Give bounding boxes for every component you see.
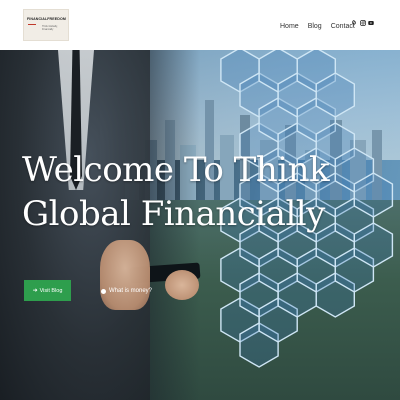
logo-subtitle: Think Globally, Financially [42, 25, 58, 31]
arrow-right-icon: ➜ [32, 288, 38, 294]
main-nav: Home Blog Contact [280, 20, 355, 32]
what-is-money-link[interactable]: What is money? [101, 286, 152, 296]
instagram-icon[interactable] [360, 20, 366, 27]
hero-section: Welcome To Think Global Financially ➜ Vi… [0, 50, 400, 400]
visit-blog-button[interactable]: ➜ Visit Blog [24, 280, 71, 301]
social-links [352, 20, 374, 27]
hero-title: Welcome To Think Global Financially [22, 148, 330, 236]
visit-blog-label: Visit Blog [39, 287, 63, 294]
nav-blog[interactable]: Blog [308, 23, 322, 30]
site-logo[interactable]: FINANCIALFREEDOM Think Globally, Financi… [23, 9, 69, 41]
what-is-money-label: What is money? [109, 288, 153, 294]
circle-bullet-icon [101, 288, 106, 294]
hero-title-line2: Global Financially [22, 194, 325, 234]
hero-title-line1: Welcome To Think [22, 150, 330, 190]
site-header: FINANCIALFREEDOM Think Globally, Financi… [0, 0, 400, 50]
pinterest-icon[interactable] [352, 20, 357, 27]
nav-home[interactable]: Home [280, 23, 299, 30]
youtube-icon[interactable] [368, 20, 374, 27]
logo-title: FINANCIALFREEDOM [27, 17, 66, 21]
logo-divider [28, 24, 36, 25]
